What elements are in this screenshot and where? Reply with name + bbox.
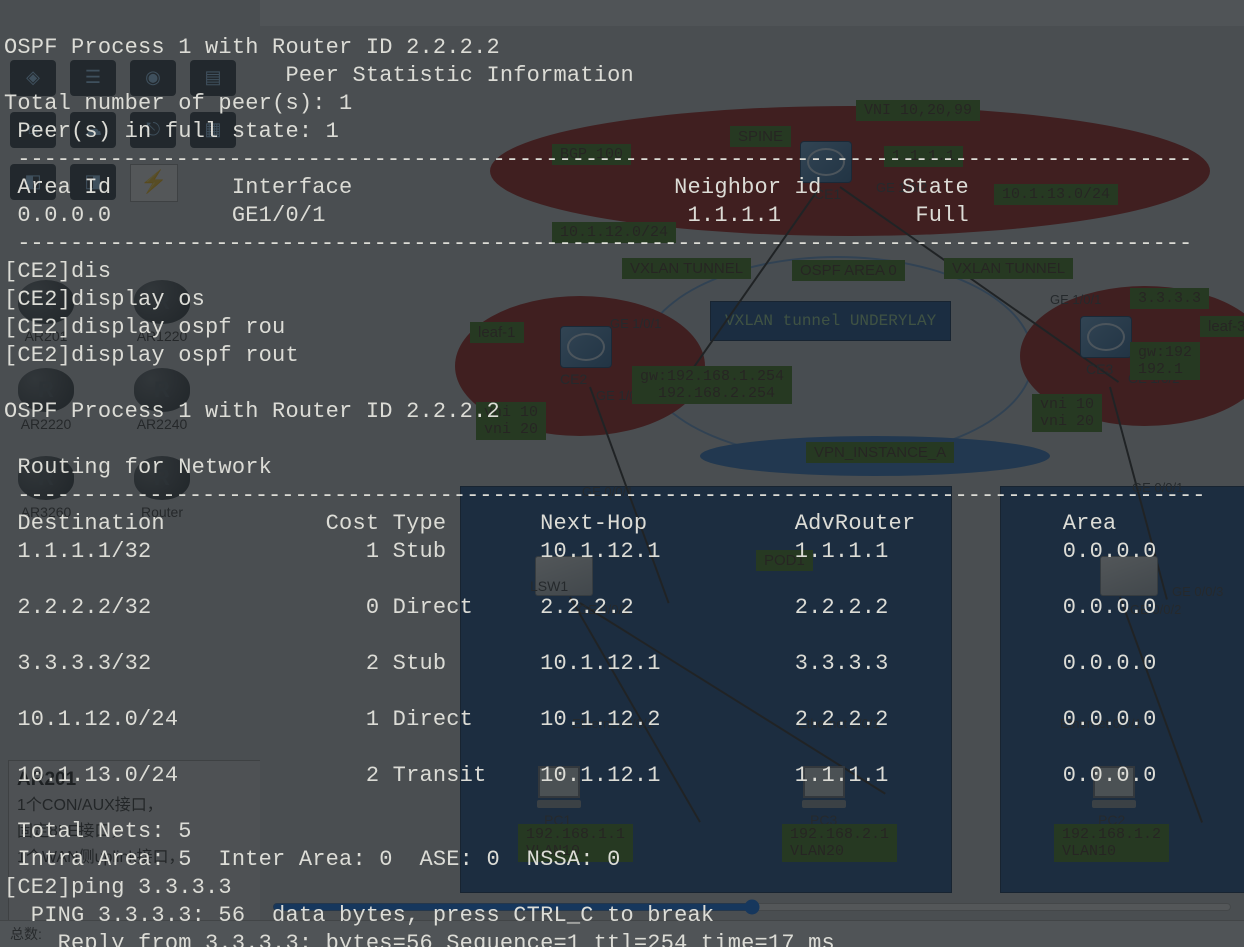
area-counts: Intra Area: 5 Inter Area: 0 ASE: 0 NSSA:… [4,847,621,872]
divider: ----------------------------------------… [4,147,1192,172]
ping-start: PING 3.3.3.3: 56 data bytes, press CTRL_… [4,903,714,928]
routing-for-network: Routing for Network [4,455,272,480]
peer-stat-header: Peer Statistic Information [4,63,634,88]
ping-reply: Reply from 3.3.3.3: bytes=56 Sequence=1 … [4,931,835,947]
ospf-process-header-2: OSPF Process 1 with Router ID 2.2.2.2 [4,399,500,424]
cli-command: [CE2]display os [4,287,205,312]
total-nets: Total Nets: 5 [4,819,192,844]
cli-terminal-overlay[interactable]: OSPF Process 1 with Router ID 2.2.2.2 Pe… [0,0,1244,947]
full-state-peers: Peer(s) in full state: 1 [4,119,339,144]
cli-command: [CE2]display ospf rou [4,315,285,340]
route-table-header: Destination Cost Type Next-Hop AdvRouter… [4,511,1116,536]
divider: ----------------------------------------… [4,483,1205,508]
ping-command: [CE2]ping 3.3.3.3 [4,875,232,900]
divider: ----------------------------------------… [4,231,1192,256]
total-peers: Total number of peer(s): 1 [4,91,352,116]
peer-table-row: 0.0.0.0 GE1/0/1 1.1.1.1 Full [4,203,969,228]
peer-table-header: Area Id Interface Neighbor id State [4,175,969,200]
route-table-body: 1.1.1.1/32 1 Stub 10.1.12.1 1.1.1.1 0.0.… [4,538,1244,790]
cli-command: [CE2]dis [4,259,111,284]
ospf-process-header: OSPF Process 1 with Router ID 2.2.2.2 [4,35,500,60]
cli-command: [CE2]display ospf rout [4,343,299,368]
